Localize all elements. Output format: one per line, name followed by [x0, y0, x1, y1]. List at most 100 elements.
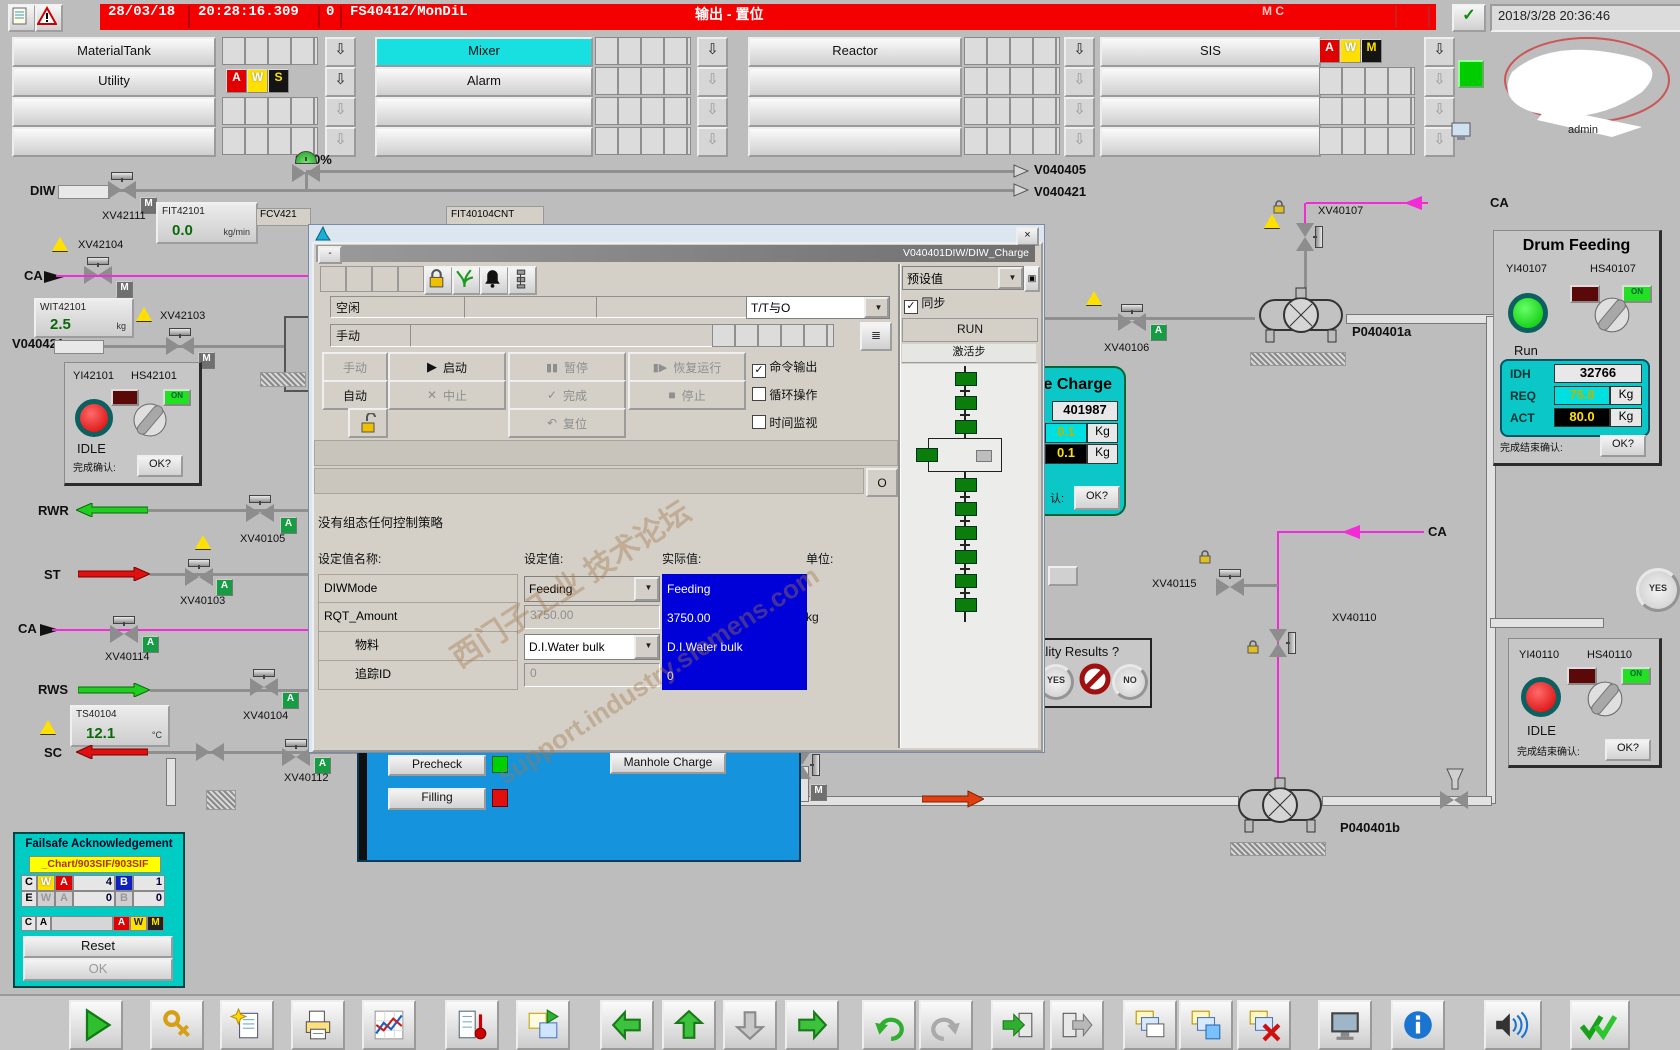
nav-materialtank-arrow[interactable]: ⇩	[325, 37, 356, 67]
heat-exchanger-p040401b[interactable]	[1233, 774, 1327, 840]
toolbar-trend-button[interactable]	[362, 1000, 416, 1050]
toolbar-monitor-button[interactable]	[1318, 1000, 1372, 1050]
toolbar-blank-button[interactable]	[398, 266, 424, 292]
detach-window-icon[interactable]: ▣	[1024, 266, 1040, 292]
checkbox-checked[interactable]: ✓	[904, 300, 918, 314]
small-toggle[interactable]	[1048, 566, 1078, 586]
nav-arrow[interactable]: ⇩	[697, 97, 728, 127]
failsafe-reset-button[interactable]: Reset	[23, 936, 173, 958]
alarm-triangle-icon[interactable]	[35, 4, 63, 32]
time-monitor-checkbox[interactable]: 时间监视	[752, 414, 817, 431]
valve-xv40104[interactable]	[250, 669, 278, 696]
yes-round-button[interactable]: YES	[1636, 568, 1680, 612]
auto-button[interactable]: 自动	[322, 380, 388, 410]
sfc-step[interactable]	[955, 372, 977, 386]
nav-arrow[interactable]: ⇩	[1064, 97, 1095, 127]
nav-alarmpage-button[interactable]: Alarm	[375, 67, 593, 97]
toolbar-windows-delete-button[interactable]	[1237, 1000, 1291, 1050]
ack-ok-button[interactable]: OK?	[1074, 486, 1120, 510]
sfc-step[interactable]	[955, 478, 977, 492]
step-list-button[interactable]: ≣	[860, 322, 892, 351]
toolbar-temperature-log-button[interactable]	[445, 1000, 499, 1050]
toolbar-blank-button[interactable]	[346, 266, 372, 292]
dialog-titlebar[interactable]: V040401DIW/DIW_Charge	[316, 245, 1035, 262]
nav-empty-button[interactable]	[748, 127, 962, 157]
cmd-output-checkbox[interactable]: ✓ 命令输出	[752, 358, 817, 378]
toolbar-screen-exit-button[interactable]	[1050, 1000, 1104, 1050]
toolbar-info-button[interactable]	[1391, 1000, 1445, 1050]
unlock-button[interactable]	[348, 408, 388, 438]
nav-empty-button[interactable]	[1100, 97, 1321, 127]
ack-ok-button[interactable]: OK?	[1605, 739, 1651, 761]
manual-button[interactable]: 手动	[322, 352, 388, 382]
sfc-step-inactive[interactable]	[976, 450, 992, 462]
reset-button[interactable]: ↶ 复位	[508, 408, 626, 438]
valve-xv40115[interactable]	[1216, 569, 1244, 596]
checkbox-unchecked[interactable]	[752, 387, 766, 401]
resume-button[interactable]: ▮▶ 恢复运行	[628, 352, 746, 382]
toolbar-start-button[interactable]	[69, 1000, 123, 1050]
precheck-button[interactable]: Precheck	[388, 755, 486, 776]
alarm-ack-icon[interactable]: ✓	[1452, 4, 1486, 32]
nav-empty-button[interactable]	[375, 97, 593, 127]
nav-alarm-arrow[interactable]: ⇩	[697, 67, 728, 97]
nav-arrow[interactable]: ⇩	[1064, 67, 1095, 97]
nav-mixer-arrow[interactable]: ⇩	[697, 37, 728, 67]
chevron-down-icon[interactable]: ▼	[864, 297, 889, 318]
sfc-step[interactable]	[955, 574, 977, 588]
valve-xv40106[interactable]	[1118, 304, 1146, 331]
close-icon[interactable]: ×	[1016, 227, 1039, 246]
toolbar-nav-right-button[interactable]	[785, 1000, 839, 1050]
lock-button[interactable]	[424, 266, 453, 295]
valve-xv40103[interactable]	[185, 559, 213, 586]
filling-button[interactable]: Filling	[388, 788, 486, 810]
nav-empty-button[interactable]	[375, 127, 593, 157]
sfc-step-active[interactable]	[916, 448, 938, 462]
cycle-checkbox[interactable]: 循环操作	[752, 386, 817, 403]
param-set-combo[interactable]: D.I.Water bulk ▼	[524, 634, 660, 660]
chevron-down-icon[interactable]: ▼	[634, 577, 659, 601]
nav-reactor-arrow[interactable]: ⇩	[1064, 37, 1095, 67]
nav-reactor-button[interactable]: Reactor	[748, 37, 962, 67]
valve-xv42103[interactable]	[166, 328, 194, 355]
plant-view-button[interactable]	[452, 266, 481, 295]
toolbar-blank-button[interactable]	[372, 266, 398, 292]
nav-mixer-button[interactable]: Mixer	[375, 37, 593, 67]
failsafe-ok-button[interactable]: OK	[23, 958, 173, 981]
sfc-step[interactable]	[955, 550, 977, 564]
toolbar-windows-save-button[interactable]	[1179, 1000, 1233, 1050]
param-set-field[interactable]: 3750.00	[524, 605, 660, 629]
bell-button[interactable]	[480, 266, 509, 295]
sfc-step[interactable]	[955, 598, 977, 612]
sync-checkbox[interactable]: ✓ 同步	[904, 294, 945, 314]
sfc-step[interactable]	[955, 526, 977, 540]
nav-empty-button[interactable]	[748, 67, 962, 97]
nav-arrow[interactable]: ⇩	[1064, 127, 1095, 157]
toolbar-windows-cascade-button[interactable]	[1123, 1000, 1177, 1050]
param-set-field[interactable]: 0	[524, 663, 660, 687]
sfc-step[interactable]	[955, 396, 977, 410]
toolbar-undo-button[interactable]	[862, 1000, 916, 1050]
toolbar-redo-button[interactable]	[919, 1000, 973, 1050]
toolbar-nav-left-button[interactable]	[600, 1000, 654, 1050]
nav-utility-arrow[interactable]: ⇩	[325, 67, 356, 97]
sfc-step[interactable]	[955, 420, 977, 434]
valve-xv40105[interactable]	[246, 495, 274, 522]
manhole-charge-button[interactable]: Manhole Charge	[610, 753, 726, 774]
preset-combo[interactable]: 预设值 ▼	[902, 266, 1024, 290]
nav-arrow[interactable]: ⇩	[697, 127, 728, 157]
valve-xv40107[interactable]	[1296, 223, 1323, 251]
quality-no-button[interactable]: NO	[1112, 664, 1148, 700]
status-lamp-run[interactable]	[1508, 293, 1548, 333]
valve-xv40110[interactable]	[1269, 629, 1296, 657]
chevron-down-icon[interactable]: ▼	[634, 635, 659, 659]
counter-button[interactable]: O	[866, 468, 898, 497]
status-lamp-idle[interactable]	[1521, 677, 1561, 717]
hand-switch[interactable]	[1592, 295, 1632, 340]
instrument-wit42101[interactable]: WIT42101 2.5 kg	[34, 298, 134, 338]
control-valve-fcv42101[interactable]	[292, 151, 320, 182]
manual-valve[interactable]	[1440, 791, 1468, 809]
toolbar-key-button[interactable]	[150, 1000, 204, 1050]
ack-ok-button[interactable]: OK?	[137, 455, 183, 477]
nav-arrow[interactable]: ⇩	[325, 97, 356, 127]
